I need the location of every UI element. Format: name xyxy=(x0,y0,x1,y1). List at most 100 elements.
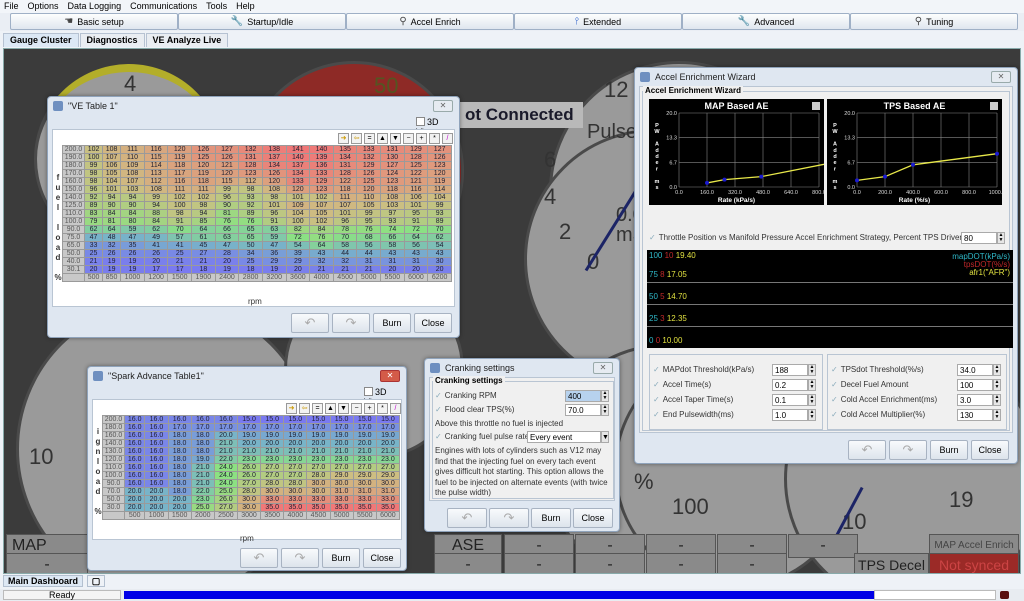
table-cell[interactable]: 64 xyxy=(309,241,334,250)
table-cell[interactable]: 96 xyxy=(83,185,104,194)
table-cell[interactable]: 58 xyxy=(380,241,405,250)
burn-button[interactable]: Burn xyxy=(930,440,968,460)
table-cell[interactable]: 107 xyxy=(309,201,334,210)
table-cell[interactable]: 27 xyxy=(191,249,216,258)
table-cell[interactable]: 21.0 xyxy=(283,447,308,456)
table-cell[interactable]: 23.0 xyxy=(236,455,262,464)
table-cell[interactable]: 105 xyxy=(102,169,122,178)
table-cell[interactable]: 110 xyxy=(120,153,145,162)
table-cell[interactable]: 62 xyxy=(83,225,104,234)
table-cell[interactable]: 128 xyxy=(238,161,263,170)
table-cell[interactable]: 123 xyxy=(380,177,405,186)
table-cell[interactable]: 91 xyxy=(403,217,429,226)
table-cell[interactable]: 92 xyxy=(83,193,104,202)
table-cell[interactable]: 23.0 xyxy=(190,495,215,504)
table-cell[interactable]: 18.0 xyxy=(190,439,215,448)
table-cell[interactable]: 33.0 xyxy=(283,495,308,504)
table-cell[interactable]: 19 xyxy=(102,257,122,266)
table-cell[interactable]: 141 xyxy=(285,145,311,154)
strategy-input[interactable]: 80 xyxy=(961,232,997,244)
table-cell[interactable]: 34 xyxy=(238,249,263,258)
table-cell[interactable]: 59 xyxy=(261,233,287,242)
table-cell[interactable]: 19 xyxy=(261,265,287,274)
spinner[interactable]: ▲ ▼ xyxy=(993,394,1001,406)
table-cell[interactable]: 83 xyxy=(83,209,104,218)
table-cell[interactable]: 134 xyxy=(261,161,287,170)
table-cell[interactable]: 16.0 xyxy=(144,431,169,440)
table-cell[interactable]: 110 xyxy=(356,193,382,202)
table-cell[interactable]: 102 xyxy=(309,217,334,226)
table-cell[interactable]: 120 xyxy=(285,185,311,194)
table-cell[interactable]: 96 xyxy=(214,193,240,202)
table-cell[interactable]: 125 xyxy=(191,153,216,162)
tab-main-dashboard[interactable]: Main Dashboard xyxy=(3,575,84,587)
menu-tools[interactable]: Tools xyxy=(206,0,227,13)
table-cell[interactable]: 84 xyxy=(102,209,122,218)
table-cell[interactable]: 76 xyxy=(214,217,240,226)
table-cell[interactable]: 35.0 xyxy=(283,503,308,512)
plus-icon[interactable]: + xyxy=(364,403,375,414)
table-cell[interactable]: 89 xyxy=(238,209,263,218)
table-cell[interactable]: 26.0 xyxy=(213,495,238,504)
table-cell[interactable]: 18.0 xyxy=(167,487,192,496)
table-cell[interactable]: 20 xyxy=(83,265,104,274)
close-button[interactable]: Close xyxy=(363,548,401,568)
table-cell[interactable]: 33.0 xyxy=(306,495,331,504)
table-cell[interactable]: 125 xyxy=(356,177,382,186)
table-cell[interactable]: 15.0 xyxy=(352,415,377,424)
table-cell[interactable]: 27.0 xyxy=(260,463,285,472)
table-cell[interactable]: 21 xyxy=(332,265,358,274)
table-cell[interactable]: 76 xyxy=(309,233,334,242)
table-cell[interactable]: 16.0 xyxy=(144,455,169,464)
table-cell[interactable]: 88 xyxy=(143,209,169,218)
table-cell[interactable]: 119 xyxy=(167,153,193,162)
table-cell[interactable]: 19.0 xyxy=(236,431,262,440)
table-cell[interactable]: 15.0 xyxy=(306,415,331,424)
undo-button[interactable]: ↶ xyxy=(848,440,886,460)
table-cell[interactable]: 18.0 xyxy=(167,431,192,440)
table-cell[interactable]: 47 xyxy=(214,241,240,250)
table-cell[interactable]: 17.0 xyxy=(375,423,401,432)
table-cell[interactable]: 20.0 xyxy=(144,487,169,496)
table-cell[interactable]: 24.0 xyxy=(213,463,238,472)
table-cell[interactable]: 29.0 xyxy=(329,471,354,480)
table-cell[interactable]: 118 xyxy=(380,185,405,194)
close-icon[interactable]: ✕ xyxy=(380,370,400,382)
table-cell[interactable]: 134 xyxy=(332,153,358,162)
extended-button[interactable]: ⫯ Extended xyxy=(514,13,682,30)
table-cell[interactable]: 123 xyxy=(427,161,452,170)
table-cell[interactable]: 45 xyxy=(191,241,216,250)
table-cell[interactable]: 124 xyxy=(380,169,405,178)
table-cell[interactable]: 22.0 xyxy=(213,455,238,464)
table-cell[interactable]: 111 xyxy=(120,145,145,154)
table-cell[interactable]: 31.0 xyxy=(375,487,401,496)
table-cell[interactable]: 116 xyxy=(143,145,169,154)
table-cell[interactable]: 20.0 xyxy=(123,503,146,512)
undo-button[interactable]: ↶ xyxy=(447,508,487,528)
table-cell[interactable]: 21.0 xyxy=(190,463,215,472)
table-cell[interactable]: 19 xyxy=(214,265,240,274)
table-cell[interactable]: 23.0 xyxy=(306,455,331,464)
table-cell[interactable]: 21.0 xyxy=(306,447,331,456)
table-cell[interactable]: 109 xyxy=(120,161,145,170)
table-cell[interactable]: 35.0 xyxy=(260,503,285,512)
table-cell[interactable]: 27.0 xyxy=(283,463,308,472)
table-cell[interactable]: 100 xyxy=(83,153,104,162)
table-cell[interactable]: 30.0 xyxy=(260,487,285,496)
spinner[interactable]: ▲ ▼ xyxy=(601,390,609,402)
table-cell[interactable]: 18.0 xyxy=(167,479,192,488)
table-cell[interactable]: 19.0 xyxy=(283,431,308,440)
table-cell[interactable]: 101 xyxy=(261,201,287,210)
table-cell[interactable]: 30.0 xyxy=(236,495,262,504)
table-cell[interactable]: 47 xyxy=(120,233,145,242)
spinner[interactable]: ▲ ▼ xyxy=(993,379,1001,391)
table-cell[interactable]: 43 xyxy=(380,249,405,258)
field-input[interactable]: 188 xyxy=(772,364,808,376)
table-cell[interactable]: 30.0 xyxy=(306,479,331,488)
table-cell[interactable]: 97 xyxy=(380,209,405,218)
table-cell[interactable]: 16.0 xyxy=(123,423,146,432)
table-cell[interactable]: 35.0 xyxy=(375,503,401,512)
multiply-icon[interactable]: * xyxy=(377,403,388,414)
table-cell[interactable]: 18 xyxy=(191,265,216,274)
equals-icon[interactable]: = xyxy=(364,133,375,144)
